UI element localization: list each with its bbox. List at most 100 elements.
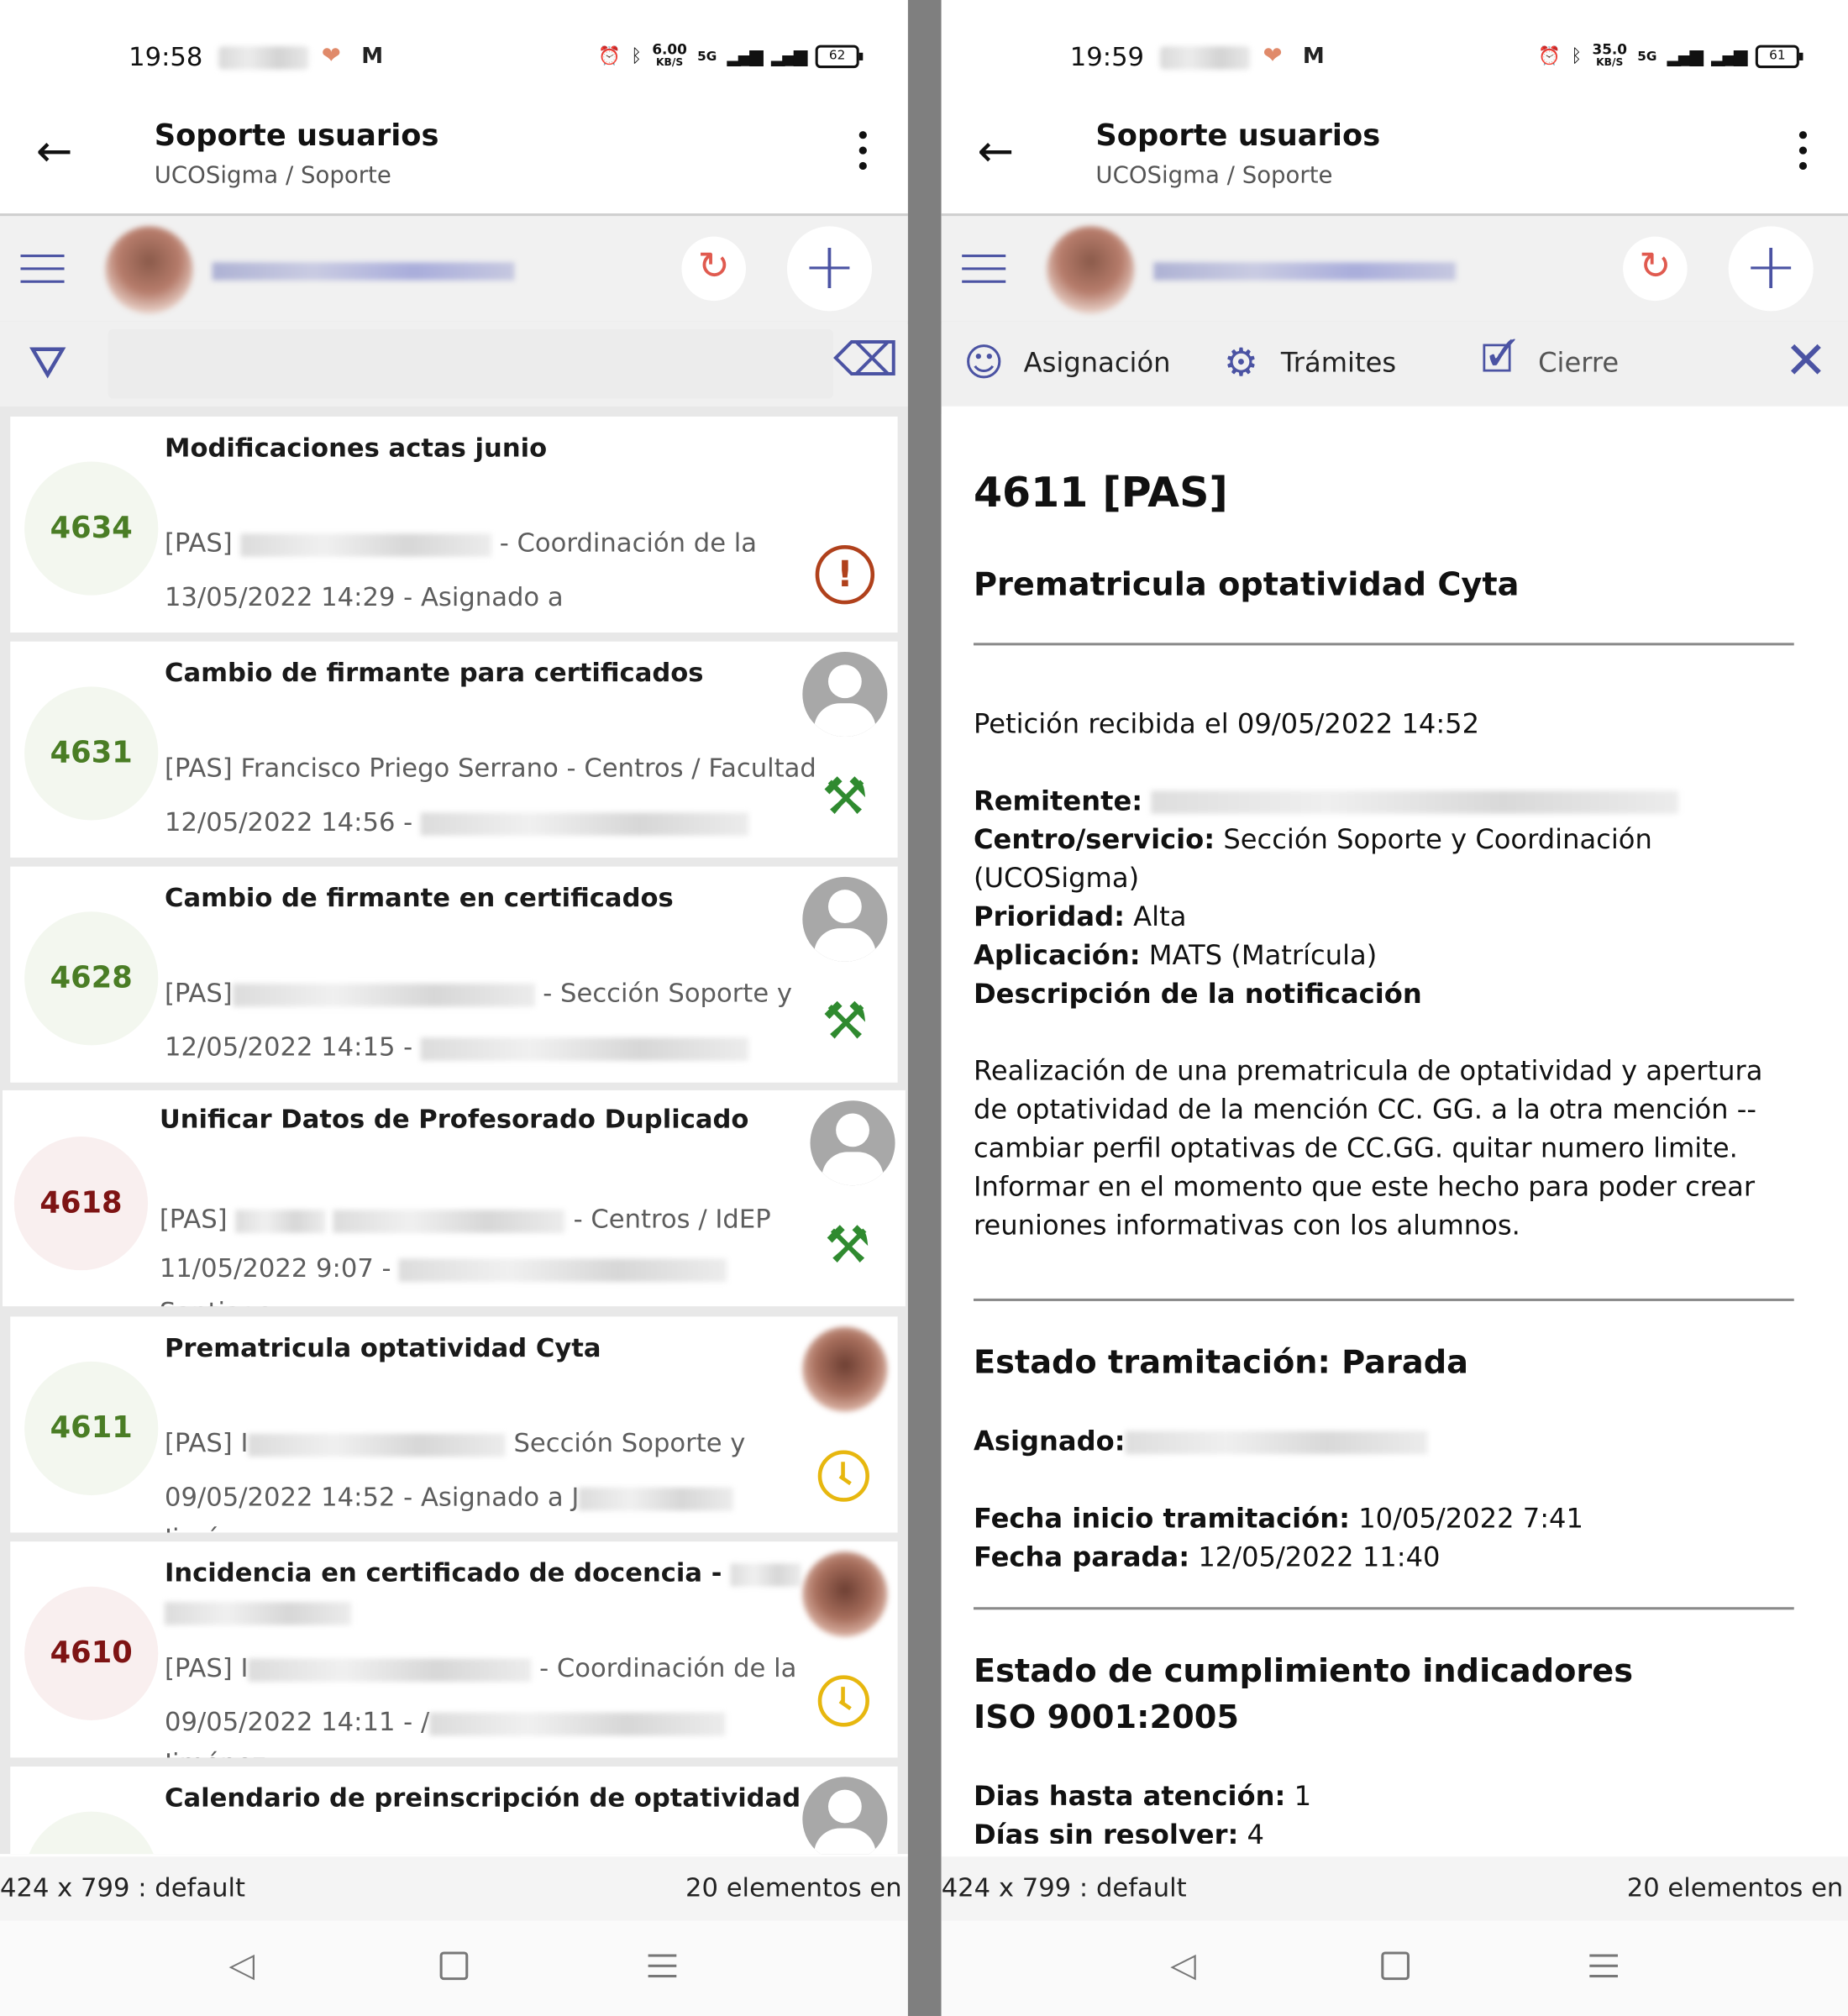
ticket-card[interactable]: 4634 Modificaciones actas junio [PAS] - … bbox=[10, 416, 898, 633]
viewport-info: 424 x 799 : default bbox=[941, 1872, 1187, 1903]
detail-tabs: ☺ Asignación ⚙ Trámites 🗹 Cierre ✕ bbox=[941, 321, 1848, 407]
ticket-date: 12/05/2022 14:15 - bbox=[165, 1032, 749, 1062]
ticket-requester: [PAS] Francisco Priego Serrano - Centros… bbox=[164, 752, 816, 784]
battery-icon: 61 bbox=[1755, 45, 1803, 69]
signal-icon-2: ▂▄▆ bbox=[1711, 46, 1747, 67]
nav-recents-icon[interactable] bbox=[1589, 1954, 1618, 1986]
detail-title: 4611 [PAS] bbox=[973, 468, 1228, 517]
user-name-blurred bbox=[212, 262, 515, 281]
tab-procedures[interactable]: ⚙ Trámites bbox=[1219, 337, 1396, 388]
ticket-assignee: Jiménez bbox=[165, 1522, 266, 1532]
ticket-number: 4634 bbox=[24, 461, 159, 596]
user-strip: ↻ + bbox=[941, 213, 1848, 324]
status-indicators: ⏰ ᛒ 6.00 KB/S 5G ▂▄▆ ▂▄▆ 62 bbox=[598, 43, 864, 70]
back-arrow-icon[interactable]: ← bbox=[978, 126, 1029, 177]
signal-icon: ▂▄▆ bbox=[727, 46, 764, 67]
ticket-requester: [PAS] - Coordinación de la bbox=[164, 527, 758, 559]
received-date: Petición recibida el 09/05/2022 14:52 bbox=[973, 708, 1480, 740]
gmail-icon: M bbox=[1302, 44, 1325, 70]
description-text: Realización de una prematricula de optat… bbox=[973, 1055, 1763, 1242]
more-options-icon[interactable] bbox=[1797, 131, 1809, 177]
eraser-icon[interactable]: ⌫ bbox=[833, 334, 899, 387]
nav-back-icon[interactable]: ◁ bbox=[1170, 1946, 1196, 1985]
ticket-title: Cambio de firmante para certificados bbox=[164, 657, 704, 688]
ticket-number: 4611 bbox=[24, 1361, 159, 1496]
description-heading: Descripción de la notificación bbox=[973, 978, 1422, 1010]
more-options-icon[interactable] bbox=[857, 131, 869, 177]
ticket-date: 09/05/2022 14:11 - / bbox=[165, 1706, 726, 1737]
refresh-button[interactable]: ↻ bbox=[681, 236, 746, 302]
search-input[interactable] bbox=[108, 328, 834, 399]
ticket-card[interactable]: 4610 Incidencia en certificado de docenc… bbox=[10, 1541, 898, 1758]
add-ticket-button[interactable]: + bbox=[786, 226, 873, 312]
nav-home-icon[interactable] bbox=[439, 1951, 469, 1981]
alarm-icon: ⏰ bbox=[1538, 46, 1562, 67]
ticket-number bbox=[24, 1811, 159, 1855]
footer-bar: 424 x 799 : default 20 elementos en es bbox=[0, 1856, 908, 1921]
divider bbox=[973, 643, 1794, 646]
signal-icon-2: ▂▄▆ bbox=[771, 46, 807, 67]
split-divider bbox=[907, 0, 942, 2016]
signal-icon: ▂▄▆ bbox=[1667, 46, 1704, 67]
ticket-number: 4631 bbox=[24, 686, 159, 821]
blurred-notification bbox=[218, 46, 309, 70]
filter-icon[interactable]: ⛛ bbox=[29, 337, 67, 391]
network-type: 5G bbox=[1637, 49, 1657, 64]
ticket-card-selected[interactable]: 4618 Unificar Datos de Profesorado Dupli… bbox=[3, 1089, 906, 1307]
alarm-icon: ⏰ bbox=[598, 46, 621, 67]
nav-back-icon[interactable]: ◁ bbox=[229, 1946, 255, 1985]
ticket-date: 12/05/2022 14:56 - bbox=[165, 806, 749, 837]
ticket-number: 4610 bbox=[24, 1586, 159, 1720]
system-nav-bar: ◁ bbox=[941, 1920, 1848, 2016]
nav-home-icon[interactable] bbox=[1381, 1951, 1410, 1981]
menu-icon[interactable] bbox=[962, 255, 1006, 293]
ticket-title: Cambio de firmante en certificados bbox=[164, 881, 674, 913]
ticket-requester: [PAS] I - Coordinación de la bbox=[164, 1651, 797, 1683]
blurred-notification bbox=[1159, 46, 1251, 70]
add-ticket-button[interactable]: + bbox=[1728, 226, 1814, 312]
clock-icon bbox=[817, 1450, 869, 1502]
network-speed: 35.0 KB/S bbox=[1592, 40, 1628, 69]
ticket-card[interactable]: 4611 Prematricula optatividad Cyta [PAS]… bbox=[10, 1316, 898, 1533]
app-bar: ← Soporte usuarios UCOSigma / Soporte bbox=[942, 102, 1848, 213]
ticket-detail: 4611 [PAS] Prematricula optatividad Cyta… bbox=[941, 413, 1830, 1844]
back-arrow-icon[interactable]: ← bbox=[36, 126, 87, 177]
close-icon[interactable]: ✕ bbox=[1784, 332, 1827, 391]
ticket-card[interactable]: Calendario de preinscripción de optativi… bbox=[10, 1767, 898, 1855]
network-type: 5G bbox=[697, 49, 717, 64]
gear-icon: ⚙ bbox=[1223, 339, 1259, 386]
health-icon: ❤ bbox=[1263, 42, 1283, 70]
divider bbox=[973, 1607, 1794, 1610]
nav-recents-icon[interactable] bbox=[648, 1954, 677, 1986]
ticket-date: 09/05/2022 14:52 - Asignado a J bbox=[165, 1481, 734, 1512]
ticket-number: 4628 bbox=[24, 911, 159, 1046]
ticket-card[interactable]: 4628 Cambio de firmante en certificados … bbox=[10, 866, 898, 1083]
tools-icon: ⚒ bbox=[824, 1215, 871, 1276]
ticket-date: 11/05/2022 9:07 - bbox=[160, 1252, 727, 1284]
status-heading: Estado tramitación: Parada bbox=[973, 1343, 1468, 1381]
ticket-requester: [PAS] I Sección Soporte y bbox=[164, 1426, 746, 1458]
ticket-card[interactable]: 4631 Cambio de firmante para certificado… bbox=[10, 641, 898, 858]
agent-icon: ☺ bbox=[963, 339, 1005, 386]
tab-close-ticket[interactable]: 🗹 Cierre bbox=[1477, 336, 1619, 388]
status-time: 19:58 bbox=[129, 40, 203, 72]
clock-icon bbox=[817, 1675, 869, 1727]
app-subtitle: UCOSigma / Soporte bbox=[1095, 161, 1333, 189]
ticket-assignee: Santiago bbox=[160, 1296, 273, 1306]
right-screen: 19:59 ❤ M ⏰ ᛒ 35.0 KB/S 5G ▂▄▆ ▂▄▆ 61 ← S… bbox=[941, 0, 1848, 2016]
status-bar: 19:58 ❤ M ⏰ ᛒ 6.00 KB/S 5G ▂▄▆ ▂▄▆ 62 bbox=[0, 0, 908, 102]
default-user-avatar bbox=[802, 1777, 888, 1855]
app-title: Soporte usuarios bbox=[154, 119, 439, 154]
item-count: 20 elementos en es bbox=[685, 1872, 908, 1903]
status-indicators: ⏰ ᛒ 35.0 KB/S 5G ▂▄▆ ▂▄▆ 61 bbox=[1538, 40, 1803, 70]
iso-indicators: Dias hasta atención: 1 Días sin resolver… bbox=[973, 1780, 1312, 1844]
refresh-button[interactable]: ↻ bbox=[1623, 236, 1688, 302]
tab-assignment[interactable]: ☺ Asignación bbox=[962, 337, 1170, 388]
detail-subtitle: Prematricula optatividad Cyta bbox=[973, 565, 1520, 603]
ticket-date: 13/05/2022 14:29 - Asignado a bbox=[164, 580, 564, 612]
menu-icon[interactable] bbox=[20, 255, 65, 293]
footer-bar: 424 x 799 : default 20 elementos en es bbox=[941, 1856, 1848, 1921]
alert-icon: ! bbox=[815, 544, 875, 605]
divider bbox=[973, 1298, 1794, 1301]
tab-procedures-label: Trámites bbox=[1280, 347, 1397, 378]
